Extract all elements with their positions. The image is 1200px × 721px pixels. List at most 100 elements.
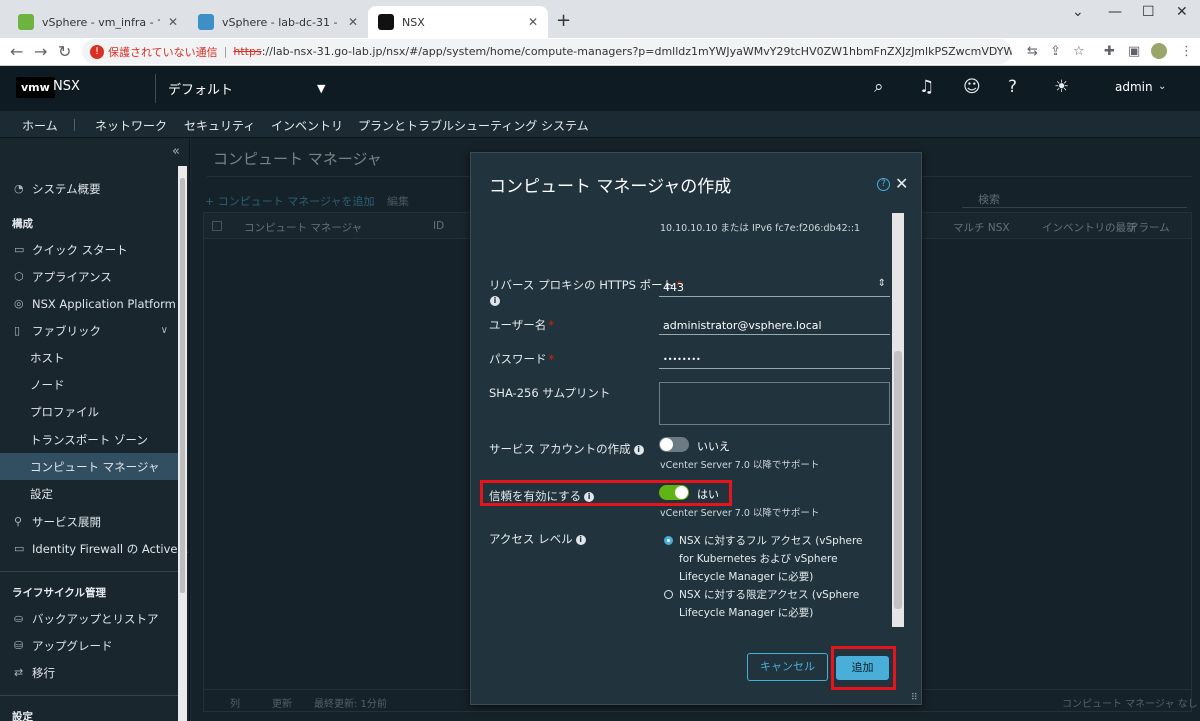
theme-sun-icon[interactable]: ☀	[1054, 77, 1069, 97]
info-icon[interactable]: i	[633, 445, 644, 455]
sidebar-scrollbar-thumb[interactable]	[180, 178, 185, 593]
extensions-icon[interactable]: ✚	[1104, 44, 1115, 59]
sidebar-item-fabric[interactable]: ▯ ファブリック ∨	[0, 317, 178, 344]
sidebar-item-label: ホスト	[30, 350, 65, 365]
close-window-icon[interactable]: ✕	[1176, 4, 1188, 20]
trust-state: はい	[697, 488, 719, 501]
sidebar-item-label: Identity Firewall の Active ...	[32, 541, 190, 556]
share-icon[interactable]: ⇪	[1050, 44, 1061, 59]
project-select[interactable]: デフォルト ▼	[168, 79, 325, 98]
vsphere-icon	[198, 14, 214, 30]
sidebar-divider	[0, 571, 178, 572]
tab-inventory[interactable]: インベントリ	[271, 117, 343, 134]
trust-toggle[interactable]	[659, 485, 689, 500]
tab-security[interactable]: セキュリティ	[184, 117, 255, 134]
tab-plan-troubleshoot[interactable]: プランとトラブルシューティング	[358, 117, 537, 134]
forward-icon[interactable]: →	[34, 42, 47, 61]
https-port-label: リバース プロキシの HTTPS ポート * i	[489, 277, 682, 307]
cancel-button[interactable]: キャンセル	[747, 653, 828, 681]
sidepanel-icon[interactable]: ▣	[1128, 44, 1140, 59]
sidebar-item-service-deploy[interactable]: ⚲ サービス展開	[0, 508, 178, 535]
chevron-down-icon: ∨	[160, 325, 168, 336]
https-port-input[interactable]: 443 ⇕	[659, 277, 890, 297]
ip-hint: 10.10.10.10 または IPv6 fc7e:f206:db42::1	[660, 223, 861, 234]
sidebar-item-hosts[interactable]: ホスト	[0, 344, 178, 371]
bell-icon[interactable]: ♫	[919, 77, 934, 97]
sidebar-item-label: アップグレード	[32, 638, 113, 653]
url-text: ://lab-nsx-31.go-lab.jp/nsx/#/app/system…	[261, 45, 1012, 58]
sidebar-item-idfw[interactable]: ▭ Identity Firewall の Active ...	[0, 535, 189, 562]
sidebar-item-profiles[interactable]: プロファイル	[0, 398, 178, 425]
address-bar: ← → ↻ ! 保護されていない通信 | https ://lab-nsx-31…	[0, 38, 1200, 66]
search-icon[interactable]: ⌕	[874, 77, 884, 97]
help-icon[interactable]: ?	[877, 178, 890, 191]
radio-selected-icon[interactable]	[664, 536, 673, 545]
close-icon[interactable]: ✕	[895, 174, 908, 193]
sidebar-item-quick-start[interactable]: ▭ クイック スタート	[0, 236, 178, 263]
close-icon[interactable]: ✕	[348, 15, 358, 29]
radio-unselected-icon[interactable]	[664, 590, 673, 599]
new-tab-icon[interactable]: +	[556, 10, 571, 31]
sidebar-item-label: NSX Application Platform	[32, 296, 176, 311]
sidebar-item-label: ファブリック	[32, 323, 101, 338]
close-icon[interactable]: ✕	[168, 15, 178, 29]
sidebar-item-overview[interactable]: ◔ システム概要	[0, 175, 178, 202]
thumbprint-textarea[interactable]	[659, 382, 890, 425]
tab-home[interactable]: ホーム	[22, 117, 58, 134]
tab-network[interactable]: ネットワーク	[95, 117, 167, 134]
browser-tab-nsx[interactable]: NSX ✕	[368, 6, 548, 38]
minimize-icon[interactable]: —	[1108, 4, 1122, 20]
upgrade-icon: ⛁	[14, 639, 24, 652]
sidebar-item-nodes[interactable]: ノード	[0, 371, 178, 398]
chevron-down-icon[interactable]: ⌄	[1072, 4, 1084, 20]
add-button[interactable]: 追加	[836, 656, 889, 680]
close-icon[interactable]: ✕	[528, 15, 538, 29]
maximize-icon[interactable]: ☐	[1142, 4, 1155, 20]
trust-label: 信頼を有効にする i	[489, 488, 595, 504]
chevron-down-icon[interactable]: ⌄	[1158, 81, 1166, 92]
bookmark-star-icon[interactable]: ☆	[1073, 44, 1085, 59]
fabric-icon: ▯	[14, 324, 21, 337]
platform-icon: ◎	[14, 297, 24, 310]
password-input[interactable]: ••••••••	[659, 349, 890, 369]
sidebar-item-compute-managers[interactable]: コンピュート マネージャ	[0, 453, 178, 480]
menu-icon[interactable]: ⋮	[1180, 44, 1193, 59]
sidebar-item-label: システム概要	[32, 181, 101, 196]
resize-handle-icon[interactable]: ⠿	[911, 693, 918, 703]
user-menu[interactable]: admin	[1115, 80, 1153, 94]
info-icon[interactable]: i	[490, 296, 500, 306]
dialog-scrollbar-thumb[interactable]	[894, 351, 902, 609]
url-field[interactable]: ! 保護されていない通信 | https ://lab-nsx-31.go-la…	[82, 39, 1012, 64]
sidebar-item-upgrade[interactable]: ⛁ アップグレード	[0, 632, 178, 659]
service-icon: ⚲	[14, 515, 23, 528]
sidebar-item-fabric-settings[interactable]: 設定	[0, 480, 178, 507]
sidebar-item-backup[interactable]: ⛀ バックアップとリストア	[0, 605, 178, 632]
sidebar-item-nsx-app-platform[interactable]: ◎ NSX Application Platform	[0, 290, 178, 317]
sidebar-item-appliances[interactable]: ⬡ アプライアンス	[0, 263, 178, 290]
smiley-icon[interactable]: ☺	[963, 77, 981, 97]
sidebar-divider	[0, 695, 178, 696]
browser-tab-lab-dc[interactable]: vSphere - lab-dc-31 - サマリ ✕	[188, 6, 368, 38]
username-input[interactable]: administrator@vsphere.local	[659, 315, 890, 335]
sidebar-item-migrate[interactable]: ⇄ 移行	[0, 659, 178, 686]
info-icon[interactable]: i	[584, 492, 595, 502]
translate-icon[interactable]: ⇆	[1027, 44, 1038, 59]
info-icon[interactable]: i	[575, 535, 586, 545]
help-icon[interactable]: ?	[1008, 77, 1017, 97]
security-label[interactable]: 保護されていない通信	[108, 44, 218, 60]
warning-icon[interactable]: !	[90, 44, 104, 59]
back-icon[interactable]: ←	[10, 42, 23, 61]
spinner-icon[interactable]: ⇕	[878, 278, 886, 289]
browser-tab-vm-infra[interactable]: vSphere - vm_infra - サマリ ✕	[8, 6, 188, 38]
access-limited-radio[interactable]: NSX に対する限定アクセス (vSphere Lifecycle Manage…	[664, 586, 876, 622]
service-account-toggle[interactable]	[659, 437, 689, 452]
sidebar-section-config: 構成	[12, 218, 33, 230]
reload-icon[interactable]: ↻	[58, 42, 71, 61]
username-value: administrator@vsphere.local	[663, 319, 822, 332]
collapse-icon[interactable]: «	[172, 144, 180, 159]
sidebar-item-transport-zones[interactable]: トランスポート ゾーン	[0, 426, 178, 453]
access-full-radio[interactable]: NSX に対するフル アクセス (vSphere for Kubernetes …	[664, 532, 876, 586]
url-separator: |	[223, 45, 228, 58]
sidebar-item-label: バックアップとリストア	[32, 611, 159, 626]
profile-avatar[interactable]	[1151, 43, 1167, 59]
